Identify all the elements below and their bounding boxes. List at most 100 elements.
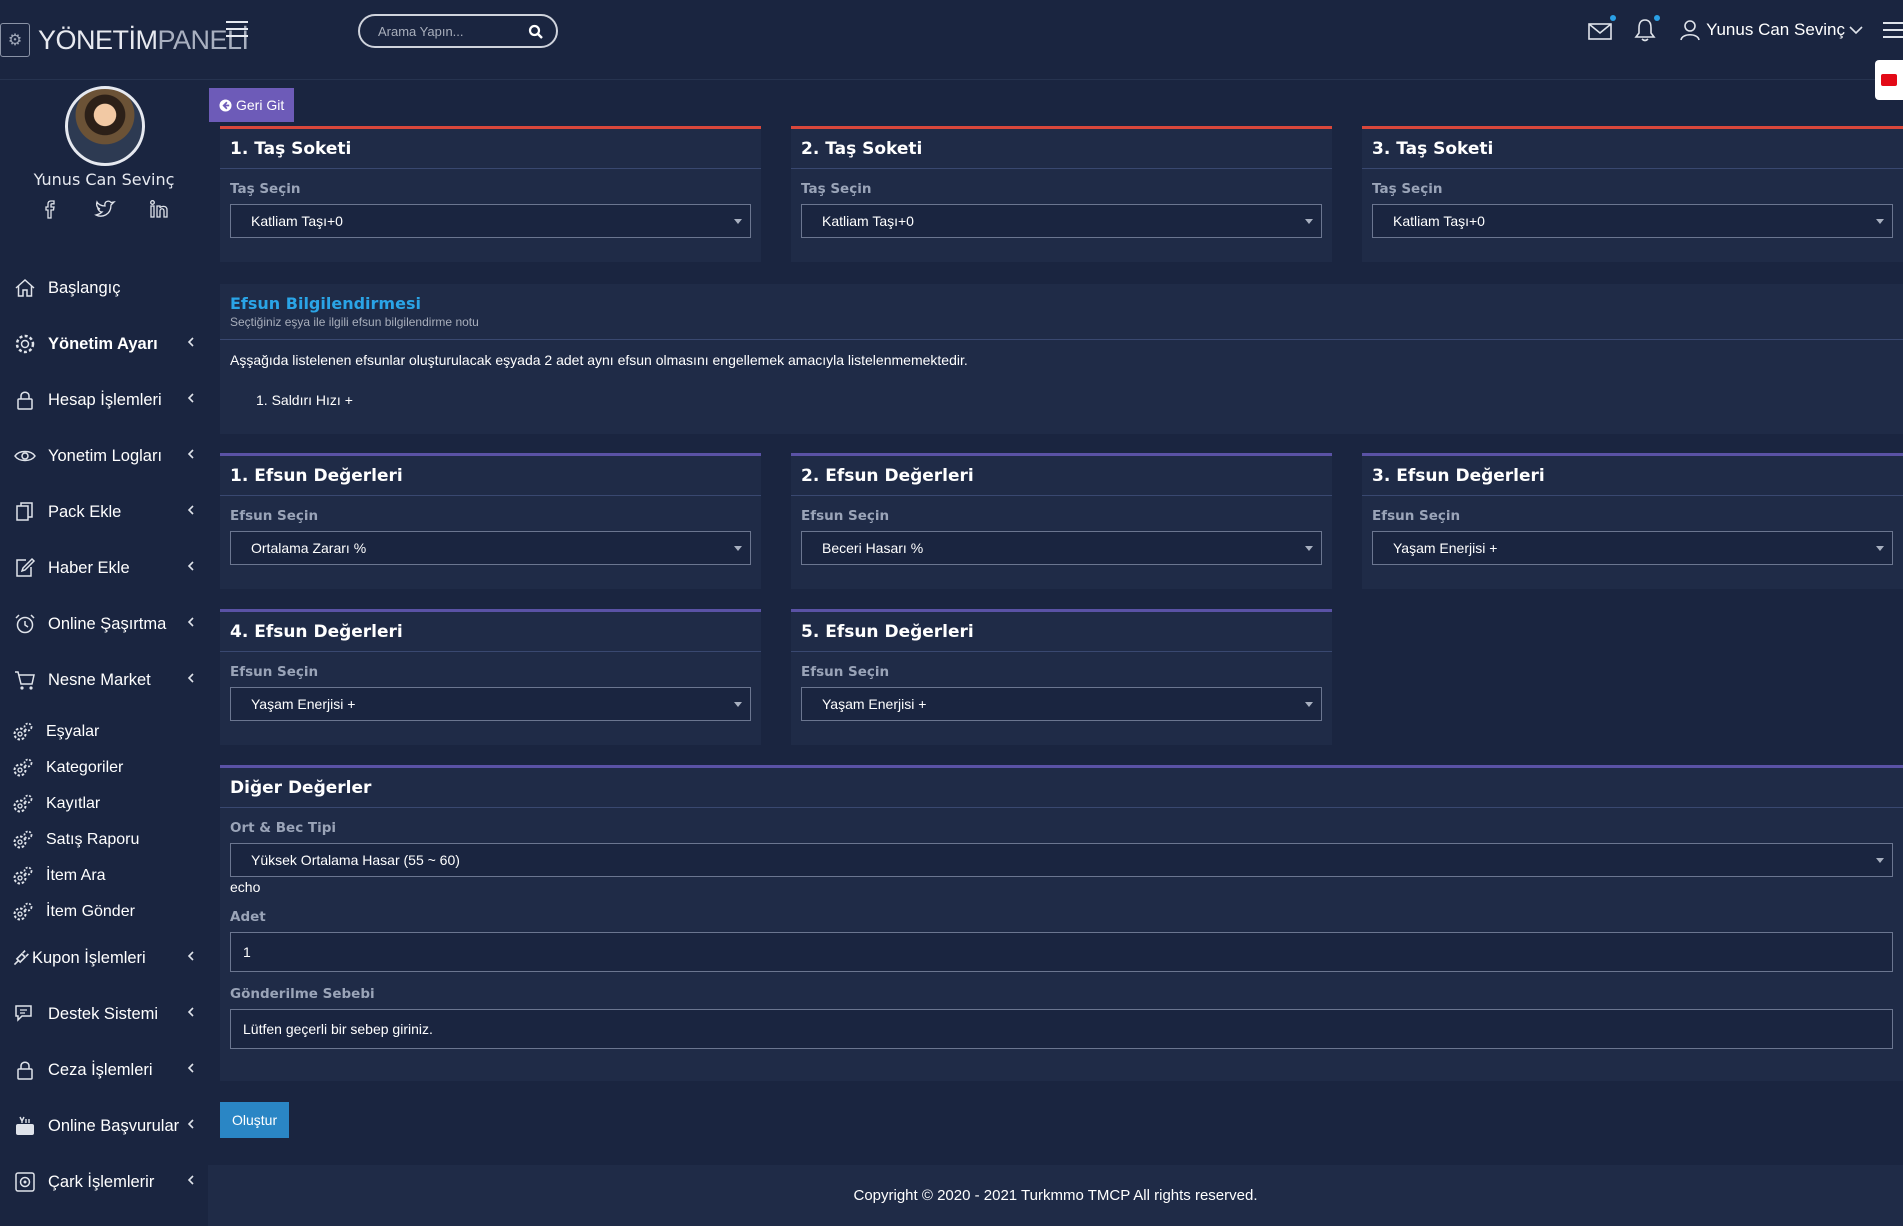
- card-title: 3. Efsun Değerleri: [1362, 456, 1903, 496]
- caret-down-icon: [1305, 219, 1313, 224]
- search-input[interactable]: [378, 21, 528, 41]
- chevron-down-icon[interactable]: [1849, 25, 1863, 35]
- chevron-left-icon: [187, 393, 194, 403]
- chevron-left-icon: [187, 673, 194, 683]
- gears-icon: [13, 866, 33, 885]
- sidebar-subitem-satis-raporu[interactable]: Satış Raporu: [0, 822, 208, 858]
- caret-down-icon: [1305, 702, 1313, 707]
- caret-down-icon: [734, 219, 742, 224]
- chat-icon: [15, 1005, 32, 1022]
- bonus-select-1[interactable]: Ortalama Zararı %: [230, 531, 751, 565]
- caret-down-icon: [1876, 858, 1884, 863]
- sidebar-item-cark-islemleri[interactable]: Çark İşlemlerir: [0, 1154, 208, 1210]
- sidebar-item-yonetim-ayari[interactable]: Yönetim Ayarı: [0, 316, 208, 372]
- sidebar-subitem-label: İtem Gönder: [46, 903, 135, 920]
- reason-input[interactable]: Lütfen geçerli bir sebep giriniz.: [230, 1009, 1893, 1049]
- sidebar-item-label: Kupon İşlemleri: [32, 948, 146, 967]
- sidebar-item-ceza-islemleri[interactable]: Ceza İşlemleri: [0, 1042, 208, 1098]
- card-title: 1. Efsun Değerleri: [220, 456, 761, 496]
- cart-icon: [15, 671, 35, 690]
- right-menu-icon[interactable]: [1883, 22, 1903, 38]
- card-title: 3. Taş Soketi: [1362, 129, 1903, 169]
- avatar[interactable]: [65, 86, 145, 166]
- sidebar-item-yonetim-loglari[interactable]: Yonetim Logları: [0, 428, 208, 484]
- lock-icon: [17, 391, 33, 410]
- sidebar-item-label: Destek Sistemi: [48, 1004, 159, 1023]
- facebook-icon[interactable]: [40, 198, 62, 220]
- sidebar-item-label: Başlangıç: [48, 278, 121, 297]
- sidebar-item-hesap-islemleri[interactable]: Hesap İşlemleri: [0, 372, 208, 428]
- field-label: Taş Seçin: [801, 181, 872, 197]
- field-label: Efsun Seçin: [230, 664, 319, 680]
- bonus-select-2[interactable]: Beceri Hasarı %: [801, 531, 1322, 565]
- sidebar-item-label: Online Şaşırtma: [48, 614, 167, 633]
- bell-icon[interactable]: [1634, 15, 1661, 42]
- field-label: Efsun Seçin: [801, 664, 890, 680]
- bonus-select-3[interactable]: Yaşam Enerjisi +: [1372, 531, 1893, 565]
- chevron-left-icon: [187, 505, 194, 515]
- chevron-left-icon: [187, 1007, 194, 1017]
- twitter-icon[interactable]: [94, 198, 116, 220]
- sidebar-item-kupon-islemleri[interactable]: Kupon İşlemleri: [0, 930, 208, 986]
- youtube-icon: [16, 1116, 34, 1135]
- sidebar-item-nesne-market[interactable]: Nesne Market: [0, 652, 208, 708]
- stone-select-1[interactable]: Katliam Taşı+0: [230, 204, 751, 238]
- quantity-input[interactable]: 1: [230, 932, 1893, 972]
- sidebar-subitem-label: Kategoriler: [46, 759, 124, 776]
- stone-select-3[interactable]: Katliam Taşı+0: [1372, 204, 1893, 238]
- bonus-select-4[interactable]: Yaşam Enerjisi +: [230, 687, 751, 721]
- sidebar-subitem-kategoriler[interactable]: Kategoriler: [0, 750, 208, 786]
- search-box: [358, 14, 558, 48]
- chevron-left-icon: [187, 449, 194, 459]
- gears-icon: [13, 902, 33, 921]
- plug-icon: [13, 950, 29, 966]
- menu-toggle-icon[interactable]: [226, 21, 248, 42]
- sidebar-item-baslangic[interactable]: Başlangıç: [0, 260, 208, 316]
- sidebar-item-haber-ekle[interactable]: Haber Ekle: [0, 540, 208, 596]
- sidebar-item-pack-ekle[interactable]: Pack Ekle: [0, 484, 208, 540]
- card-title: 2. Taş Soketi: [791, 129, 1332, 169]
- language-selector[interactable]: [1875, 60, 1903, 100]
- alarm-icon: [15, 614, 35, 634]
- sidebar-item-online-basvurular[interactable]: Online Başvurular: [0, 1098, 208, 1154]
- info-subtitle: Seçtiğiniz eşya ile ilgili efsun bilgile…: [230, 315, 479, 329]
- chevron-left-icon: [187, 1063, 194, 1073]
- bonus-5-card: 5. Efsun Değerleri Efsun Seçin Yaşam Ene…: [791, 609, 1332, 745]
- turkey-flag-icon: [1881, 74, 1897, 86]
- arrow-circle-left-icon: [219, 98, 232, 112]
- sidebar-item-destek-sistemi[interactable]: Destek Sistemi: [0, 986, 208, 1042]
- profile-name: Yunus Can Sevinç: [33, 170, 175, 189]
- info-title: Efsun Bilgilendirmesi: [230, 294, 421, 313]
- chevron-left-icon: [187, 617, 194, 627]
- sidebar-subitem-kayitlar[interactable]: Kayıtlar: [0, 786, 208, 822]
- info-text: Aşşağıda listelenen efsunlar oluşturulac…: [230, 352, 968, 368]
- stone-socket-2-card: 2. Taş Soketi Taş Seçin Katliam Taşı+0: [791, 126, 1332, 262]
- header-actions: Yunus Can Sevinç: [1588, 12, 1903, 48]
- search-icon[interactable]: [528, 24, 544, 40]
- logo[interactable]: ⚙ YÖNETİMPANELİ: [0, 20, 249, 60]
- bonus-type-select[interactable]: Yüksek Ortalama Hasar (55 ~ 60): [230, 843, 1893, 877]
- sidebar-item-label: Yönetim Ayarı: [48, 334, 158, 353]
- lock-icon: [17, 1061, 33, 1080]
- sidebar-subitem-label: Kayıtlar: [46, 795, 101, 812]
- sidebar-subitem-item-gonder[interactable]: İtem Gönder: [0, 894, 208, 930]
- mail-icon[interactable]: [1588, 15, 1617, 42]
- bonus-select-5[interactable]: Yaşam Enerjisi +: [801, 687, 1322, 721]
- sidebar-subitem-esyalar[interactable]: Eşyalar: [0, 714, 208, 750]
- sidebar-subitem-label: Eşyalar: [46, 723, 100, 740]
- gear-icon: [15, 334, 35, 354]
- gears-icon: [13, 722, 33, 741]
- logo-text: YÖNETİMPANELİ: [38, 24, 249, 55]
- sidebar-subitem-item-ara[interactable]: İtem Ara: [0, 858, 208, 894]
- sidebar-item-online-sasirtma[interactable]: Online Şaşırtma: [0, 596, 208, 652]
- back-button[interactable]: Geri Git: [209, 88, 295, 122]
- sidebar: Yunus Can Sevinç Başlangıç Yönetim Ayarı…: [0, 80, 208, 1226]
- social-links: [40, 198, 170, 220]
- linkedin-icon[interactable]: [148, 198, 170, 220]
- user-icon[interactable]: [1680, 19, 1700, 41]
- header-user-name[interactable]: Yunus Can Sevinç: [1706, 20, 1845, 40]
- echo-text: echo: [230, 879, 261, 895]
- stone-socket-3-card: 3. Taş Soketi Taş Seçin Katliam Taşı+0: [1362, 126, 1903, 262]
- stone-select-2[interactable]: Katliam Taşı+0: [801, 204, 1322, 238]
- create-button[interactable]: Oluştur: [220, 1102, 290, 1138]
